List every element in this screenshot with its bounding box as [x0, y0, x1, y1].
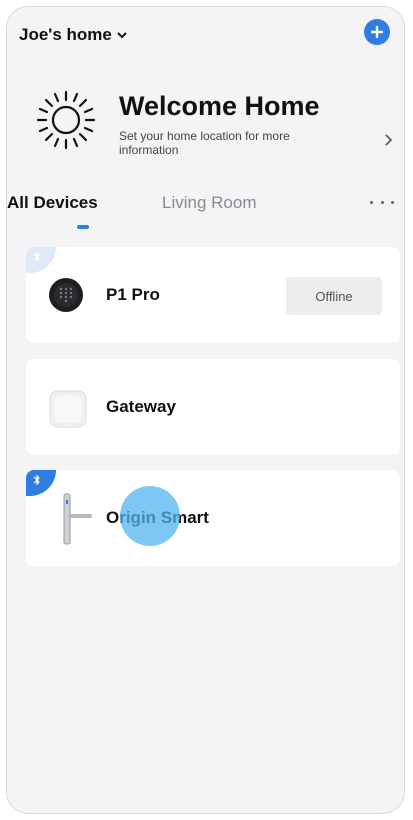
chevron-down-icon	[117, 32, 127, 39]
home-name: Joe's home	[19, 25, 112, 44]
app-screen: Joe's home Welcome Home Set your home lo…	[6, 6, 405, 814]
bluetooth-icon	[33, 474, 40, 486]
room-tabs: All Devices Living Room	[7, 193, 404, 233]
device-card-p1-pro[interactable]: P1 Pro Offline	[26, 247, 400, 343]
welcome-banner[interactable]: Welcome Home Set your home location for …	[7, 77, 404, 167]
welcome-title: Welcome Home	[119, 91, 320, 121]
device-name: P1 Pro	[106, 285, 160, 304]
door-handle-icon	[63, 493, 92, 545]
bluetooth-icon	[33, 251, 40, 263]
bluetooth-badge	[26, 470, 56, 496]
add-device-button[interactable]	[364, 19, 390, 45]
home-switcher[interactable]: Joe's home	[19, 25, 128, 45]
tab-all-devices[interactable]: All Devices	[7, 193, 98, 213]
active-tab-indicator	[77, 225, 89, 229]
welcome-subtitle: Set your home location for more informat…	[119, 129, 290, 157]
header: Joe's home	[7, 7, 404, 67]
touch-indicator	[120, 486, 180, 546]
tab-living-room[interactable]: Living Room	[162, 193, 257, 213]
plus-icon	[371, 26, 383, 38]
device-name: Gateway	[106, 397, 176, 416]
keypad-lock-icon	[49, 278, 83, 312]
status-badge[interactable]: Offline	[286, 277, 382, 315]
dot	[370, 200, 373, 204]
more-options-button[interactable]	[370, 195, 394, 209]
bluetooth-badge	[26, 247, 56, 273]
sun-icon	[36, 90, 96, 150]
device-card-gateway[interactable]: Gateway	[26, 359, 400, 455]
dot	[391, 200, 394, 204]
chevron-right-icon	[385, 134, 393, 146]
dot	[380, 200, 384, 204]
gateway-icon	[49, 390, 87, 428]
device-card-origin-smart[interactable]: Origin Smart	[26, 470, 400, 566]
